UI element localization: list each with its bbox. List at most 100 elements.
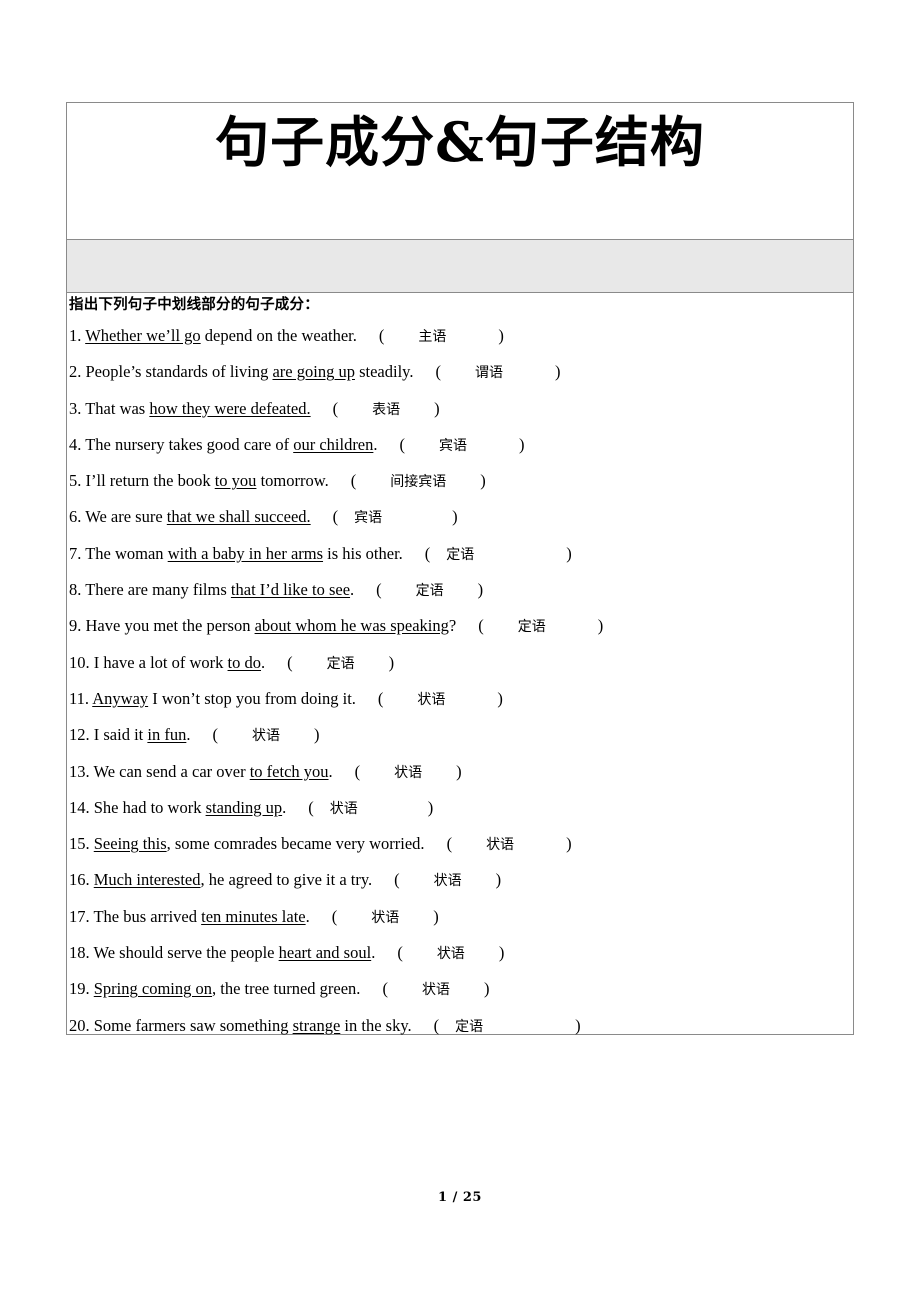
body-cell: 指出下列句子中划线部分的句子成分： 1. Whether we’ll go de… — [66, 291, 854, 1036]
underlined-part: are going up — [272, 362, 355, 382]
question-sentence: Some farmers saw something strange in th… — [94, 1016, 412, 1035]
sentence-after: , he agreed to give it a try. — [200, 870, 373, 890]
underlined-part: Whether we’ll go — [85, 326, 201, 345]
gray-separator-band — [66, 239, 854, 293]
answer-open-paren: ( — [350, 471, 357, 491]
answer-open-paren: ( — [394, 870, 400, 890]
answer-close-paren: ) — [519, 434, 525, 454]
answer-open-paren: ( — [378, 326, 385, 345]
answer-close-paren: ) — [313, 725, 320, 745]
underlined-part: to you — [214, 471, 257, 491]
sentence-before: She had to work — [93, 797, 206, 817]
answer-open-paren: ( — [212, 725, 218, 745]
sentence-before: The bus arrived — [93, 906, 202, 926]
question-item: 9. Have you met the person about whom he… — [69, 618, 853, 635]
question-sentence: Spring coming on, the tree turned green. — [94, 979, 361, 998]
answer-close-paren: ) — [497, 688, 503, 708]
question-item: 12. I said it in fun. (状语) — [69, 727, 853, 744]
underlined-part: in fun — [147, 725, 187, 745]
answer-close-paren: ) — [480, 471, 486, 491]
sentence-before: We should serve the people — [93, 943, 279, 963]
answer-open-paren: ( — [435, 362, 441, 382]
underlined-part: our children — [293, 434, 374, 454]
underlined-part: Anyway — [92, 688, 149, 708]
answer-open-paren: ( — [332, 507, 339, 527]
sentence-before: We are sure — [85, 507, 167, 527]
sentence-after: I won’t stop you from doing it. — [148, 688, 356, 708]
answer-label: 状语 — [433, 873, 462, 890]
question-item: 7. The woman with a baby in her arms is … — [69, 543, 853, 563]
question-sentence: Have you met the person about whom he wa… — [86, 616, 457, 635]
question-sentence: The bus arrived ten minutes late. — [93, 907, 309, 926]
sentence-after: . — [305, 906, 310, 926]
question-number: 10. — [69, 652, 90, 672]
sentence-after: depend on the weather. — [200, 326, 357, 345]
sentence-after: tomorrow. — [256, 471, 329, 491]
sentence-after: in the sky. — [340, 1015, 412, 1035]
answer-label: 状语 — [371, 909, 400, 926]
question-item: 5. I’ll return the book to you tomorrow.… — [69, 471, 853, 491]
question-sentence: The nursery takes good care of our child… — [85, 435, 377, 454]
underlined-part: to do — [227, 652, 262, 672]
question-number: 6. — [69, 507, 82, 527]
answer-label: 主语 — [418, 329, 447, 345]
document-table: 句子成分&句子结构 指出下列句子中划线部分的句子成分： 1. Whether w… — [66, 102, 854, 1036]
question-sentence: I said it in fun. — [94, 725, 191, 744]
question-number: 5. — [69, 471, 82, 491]
answer-label: 状语 — [486, 837, 515, 854]
question-sentence: We are sure that we shall succeed. — [85, 507, 310, 526]
answer-close-paren: ) — [427, 797, 434, 817]
question-sentence: She had to work standing up. — [94, 798, 287, 817]
question-sentence: Much interested, he agreed to give it a … — [94, 870, 372, 889]
sentence-after: . — [328, 761, 333, 781]
answer-open-paren: ( — [478, 616, 484, 636]
sentence-after: is his other. — [323, 543, 403, 563]
sentence-before: The woman — [85, 543, 168, 563]
question-sentence: The woman with a baby in her arms is his… — [85, 544, 403, 563]
question-number: 1. — [69, 326, 82, 345]
question-number: 17. — [69, 906, 90, 926]
question-sentence: That was how they were defeated. — [85, 399, 310, 418]
answer-close-paren: ) — [498, 943, 505, 963]
question-sentence: Anyway I won’t stop you from doing it. — [92, 689, 356, 708]
sentence-before: Some farmers saw something — [93, 1015, 293, 1035]
question-number: 14. — [69, 797, 90, 817]
answer-close-paren: ) — [433, 906, 439, 926]
question-sentence: I have a lot of work to do. — [94, 653, 265, 672]
question-number: 2. — [69, 362, 82, 382]
answer-label: 表语 — [372, 401, 401, 418]
underlined-part: that I’d like to see — [230, 580, 351, 600]
question-item: 20. Some farmers saw something strange i… — [69, 1015, 853, 1035]
answer-label: 定语 — [446, 546, 475, 563]
sentence-before: I have a lot of work — [93, 652, 228, 672]
underlined-part: to fetch you — [249, 761, 329, 781]
answer-close-paren: ) — [434, 398, 440, 418]
answer-label: 状语 — [329, 800, 358, 817]
question-number: 19. — [69, 979, 90, 999]
question-number: 9. — [69, 616, 82, 636]
separator-row — [66, 239, 854, 293]
question-number: 13. — [69, 761, 90, 781]
question-item: 15. Seeing this, some comrades became ve… — [69, 835, 853, 854]
answer-label: 定语 — [415, 583, 444, 600]
question-item: 1. Whether we’ll go depend on the weathe… — [69, 326, 853, 345]
page-title: 句子成分&句子结构 — [215, 110, 705, 174]
underlined-part: how they were defeated. — [149, 398, 311, 418]
question-number: 18. — [69, 943, 90, 963]
answer-close-paren: ) — [597, 616, 604, 636]
question-number: 8. — [69, 580, 82, 600]
answer-close-paren: ) — [575, 1015, 581, 1035]
answer-label: 状语 — [436, 946, 465, 963]
question-number: 20. — [69, 1015, 90, 1035]
question-number: 3. — [69, 398, 82, 418]
question-item: 16. Much interested, he agreed to give i… — [69, 872, 853, 889]
answer-open-paren: ( — [424, 543, 431, 563]
question-number: 11. — [69, 688, 90, 708]
question-sentence: There are many films that I’d like to se… — [85, 580, 354, 599]
sentence-after: . — [350, 580, 355, 600]
answer-open-paren: ( — [399, 434, 406, 454]
sentence-before: I said it — [93, 725, 148, 745]
underlined-part: strange — [292, 1015, 341, 1035]
answer-close-paren: ) — [477, 580, 484, 600]
answer-close-paren: ) — [388, 652, 395, 672]
